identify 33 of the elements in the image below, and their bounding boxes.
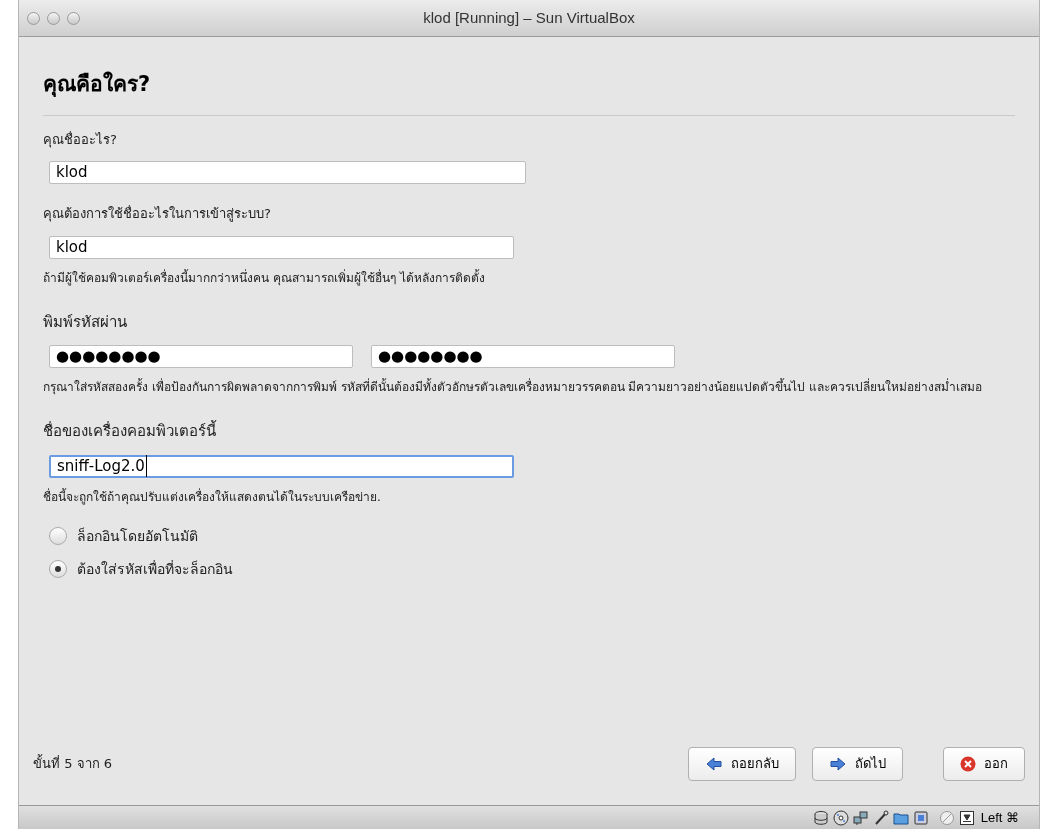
traffic-light-icon[interactable]: [27, 11, 40, 25]
radio-option[interactable]: ล็อกอินโดยอัตโนมัติ: [49, 525, 198, 547]
close-icon: [960, 756, 976, 772]
radio-option[interactable]: ต้องใส่รหัสเพื่อที่จะล็อกอิน: [49, 558, 233, 580]
right-arrow-icon: [829, 756, 847, 772]
window-title: klod [Running] – Sun VirtualBox: [423, 7, 635, 28]
field-label: คุณต้องการใช้ชื่ออะไรในการเข้าสู่ระบบ?: [43, 204, 271, 224]
arrow-down-box-icon[interactable]: [958, 809, 975, 826]
left-arrow-icon: [705, 756, 723, 772]
input-field[interactable]: klod: [49, 161, 526, 184]
chip-icon[interactable]: [912, 809, 929, 826]
hint-text: ถ้ามีผู้ใช้คอมพิวเตอร์เครื่องนี้มากกว่าหนึ่งคน คุณสามารถเพิ่มผู้ใช้อื่นๆ ได้หลังการติดตั้ง: [43, 268, 486, 288]
quit-button[interactable]: ออก: [943, 747, 1025, 781]
hint-text: ชื่อนี้จะถูกใช้ถ้าคุณปรับแต่งเครื่องให้แสดงตนได้ในระบบเครือข่าย.: [43, 487, 382, 507]
traffic-light-icon[interactable]: [47, 11, 60, 25]
disk-icon[interactable]: [812, 809, 829, 826]
field-label: คุณชื่ออะไร?: [43, 130, 117, 149]
field-label: ชื่อของเครื่องคอมพิวเตอร์นี้: [43, 420, 216, 442]
field-label: พิมพ์รหัสผ่าน: [43, 311, 127, 333]
back-button[interactable]: ถอยกลับ: [688, 747, 796, 781]
radio-button[interactable]: [49, 560, 67, 578]
focused-input-field[interactable]: sniff-Log2.0: [49, 454, 514, 478]
traffic-light-icon[interactable]: [67, 11, 80, 25]
forward-button[interactable]: ถัดไป: [812, 747, 903, 781]
hint-text: กรุณาใส่รหัสสองครั้ง เพื่อป้องกันการผิดพลาดจากการพิมพ์ รหัสที่ดีนั้นต้องมีทั้งตัวอักษรตัวเลขเครื่องหมายวรรคตอน มีความยาวอย่างน้อยแปดตัวขึ้นไป และควรเปลี่ยนใหม่อย่างสม่ำเสมอ: [43, 377, 984, 397]
step-indicator: ขั้นที่ 5 จาก 6: [33, 754, 112, 774]
input-field[interactable]: klod: [49, 235, 514, 259]
radio-button[interactable]: [49, 527, 67, 545]
cd-icon[interactable]: [832, 809, 849, 826]
host-key-label: Left ⌘: [980, 808, 1019, 827]
page-heading: คุณคือใคร?: [43, 70, 151, 99]
input-field[interactable]: ●●●●●●●●: [49, 345, 353, 368]
input-field[interactable]: ●●●●●●●●: [371, 345, 675, 368]
